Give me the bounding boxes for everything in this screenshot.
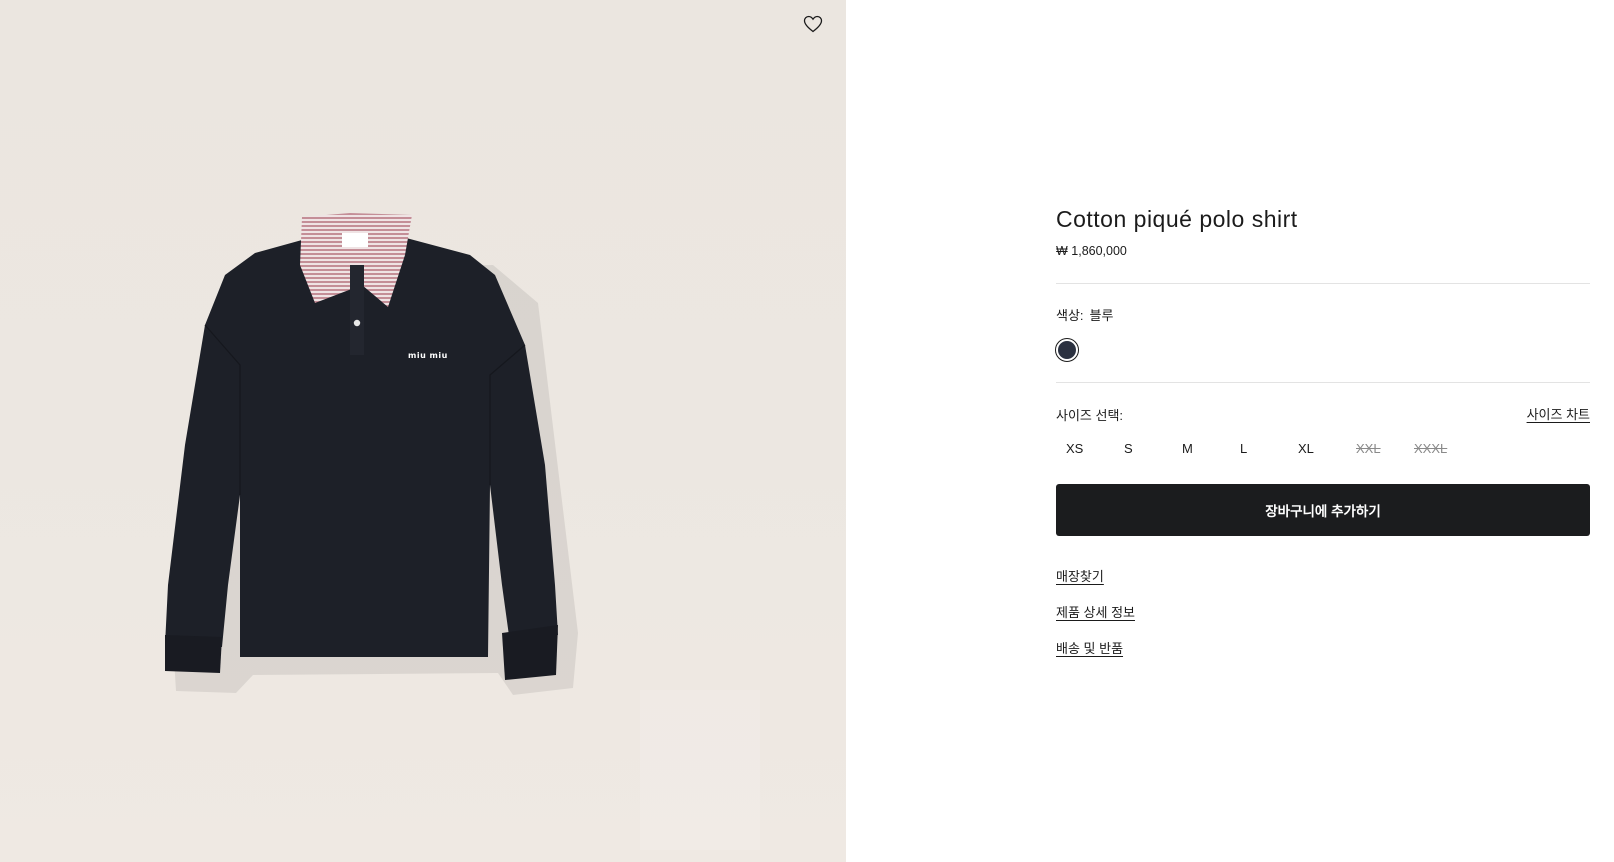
product-details-link[interactable]: 제품 상세 정보 — [1056, 602, 1135, 621]
size-option-s[interactable]: S — [1114, 436, 1172, 460]
color-selection-label: 색상: 블루 — [1056, 305, 1113, 324]
find-store-link[interactable]: 매장찾기 — [1056, 566, 1104, 585]
color-label-text: 색상: — [1056, 308, 1084, 323]
size-options: XS S M L XL XXL XXXL — [1056, 436, 1462, 460]
shirt-logo: miu miu — [408, 351, 448, 360]
size-option-l[interactable]: L — [1230, 436, 1288, 460]
color-value: 블루 — [1089, 308, 1114, 323]
product-title: Cotton piqué polo shirt — [1056, 206, 1298, 232]
size-option-xs[interactable]: XS — [1056, 436, 1114, 460]
wishlist-button[interactable] — [800, 11, 826, 37]
size-option-xl[interactable]: XL — [1288, 436, 1346, 460]
background-shade — [640, 690, 760, 850]
swatch-dot — [1058, 341, 1076, 359]
color-swatch-blue[interactable] — [1055, 338, 1079, 362]
add-to-cart-button[interactable]: 장바구니에 추가하기 — [1056, 484, 1590, 536]
size-selection-label: 사이즈 선택: — [1056, 408, 1124, 423]
divider — [1056, 382, 1590, 383]
size-option-xxl[interactable]: XXL — [1346, 436, 1404, 460]
polo-shirt-image — [165, 213, 578, 695]
size-chart-link[interactable]: 사이즈 차트 — [1527, 404, 1590, 423]
heart-outline-icon — [803, 15, 823, 33]
divider — [1056, 283, 1590, 284]
size-option-xxxl[interactable]: XXXL — [1404, 436, 1462, 460]
product-price: ₩ 1,860,000 — [1056, 244, 1127, 258]
size-option-m[interactable]: M — [1172, 436, 1230, 460]
product-image-gallery: miu miu — [0, 0, 846, 862]
shipping-returns-link[interactable]: 배송 및 반품 — [1056, 638, 1123, 657]
